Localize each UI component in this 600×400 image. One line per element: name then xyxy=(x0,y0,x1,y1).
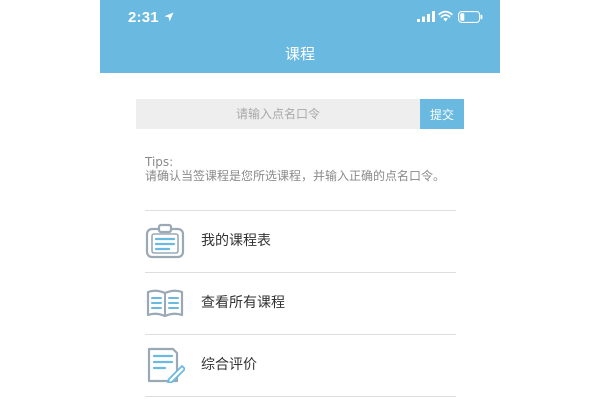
wifi-icon xyxy=(438,10,453,22)
tips-title: Tips: xyxy=(145,155,174,169)
page-title: 课程 xyxy=(284,45,315,63)
checkin-code-row: 提交 xyxy=(136,99,464,129)
menu-item-label: 我的课程表 xyxy=(201,233,271,249)
status-bar: 2:31 xyxy=(100,0,500,36)
course-menu: 我的课程表 查看所有课程 综合评价 xyxy=(145,210,456,397)
battery-icon xyxy=(458,11,483,23)
signal-icon xyxy=(417,11,435,22)
menu-item-label: 查看所有课程 xyxy=(201,295,285,311)
clipboard-list-icon xyxy=(145,223,185,259)
submit-button[interactable]: 提交 xyxy=(420,99,464,129)
divider xyxy=(145,396,456,397)
status-time: 2:31 xyxy=(128,9,159,26)
menu-item-all-courses[interactable]: 查看所有课程 xyxy=(145,273,456,334)
checkin-code-input[interactable] xyxy=(136,99,420,129)
tips-block: Tips: 请确认当签课程是您所选课程，并输入正确的点名口令。 xyxy=(145,155,459,183)
menu-item-evaluation[interactable]: 综合评价 xyxy=(145,335,456,396)
tips-text: 请确认当签课程是您所选课程，并输入正确的点名口令。 xyxy=(145,169,446,183)
top-bar: 2:31 课程 xyxy=(100,0,500,73)
document-edit-icon xyxy=(147,347,185,383)
menu-item-label: 综合评价 xyxy=(201,357,257,373)
phone-screen: 2:31 课程 提交 xyxy=(100,0,500,400)
menu-item-my-schedule[interactable]: 我的课程表 xyxy=(145,211,456,272)
location-arrow-icon xyxy=(164,12,174,22)
open-book-icon xyxy=(146,289,184,318)
